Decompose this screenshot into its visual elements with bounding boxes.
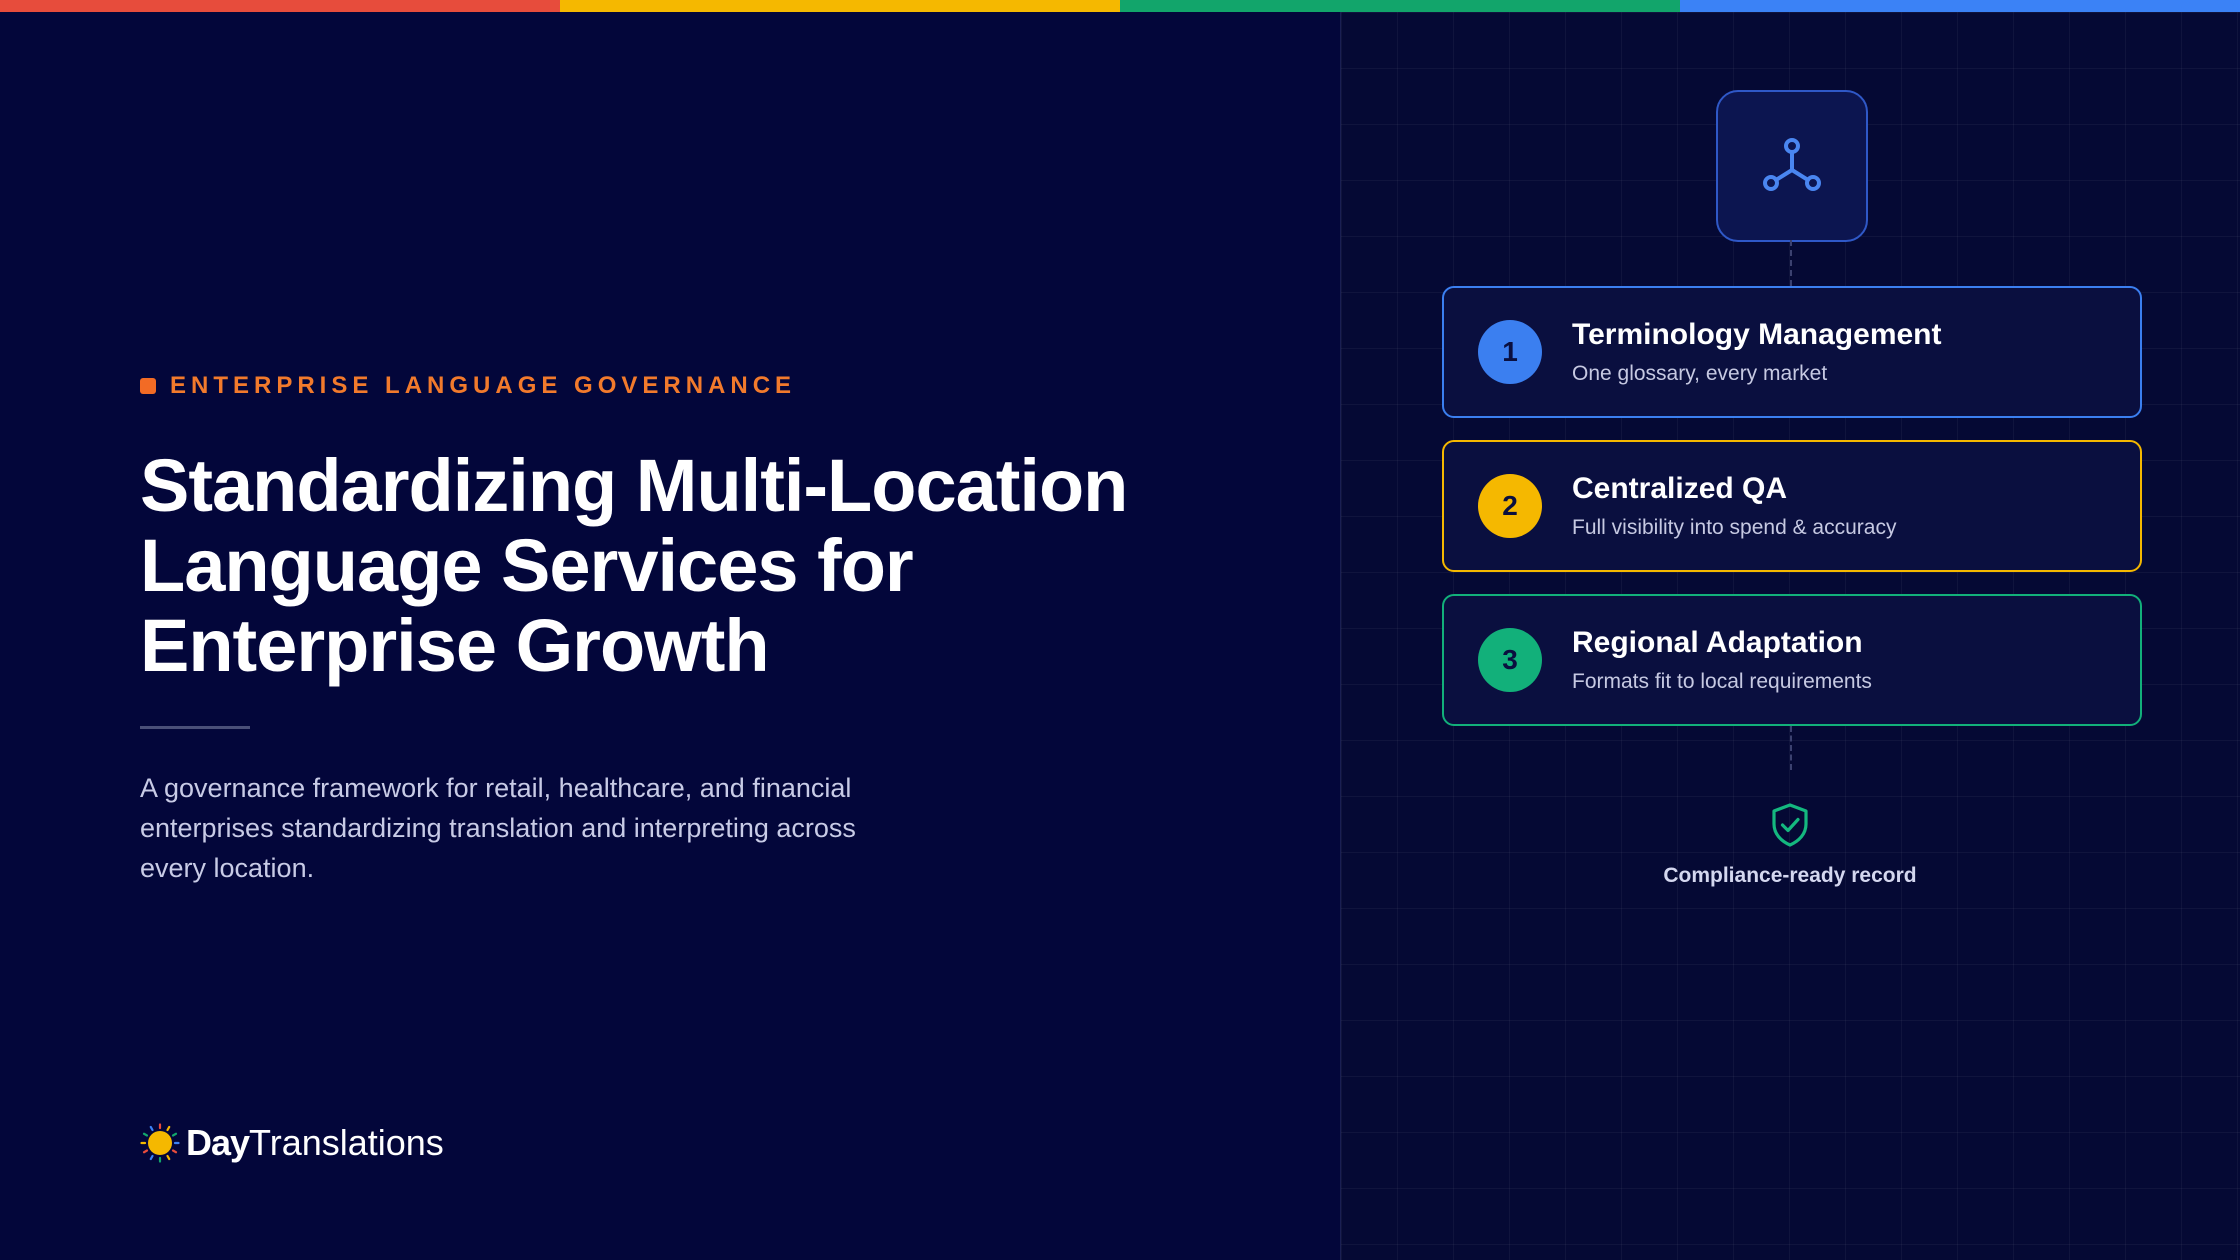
title-line-1: Standardizing Multi-Location [140,444,1128,527]
title-line-3: Enterprise Growth [140,604,770,687]
logo-day-text: Day [186,1122,250,1163]
title-divider [140,726,250,729]
step-subtitle: Full visibility into spend & accuracy [1572,516,1897,539]
description-line-1: A governance framework for retail, healt… [140,773,852,803]
connector-line-top [1790,240,1792,286]
compliance-label: Compliance-ready record [1663,864,1917,887]
accent-segment-green [1120,0,1680,12]
step-title: Regional Adaptation [1572,626,1863,659]
eyebrow-marker-icon [140,378,156,394]
eyebrow-text: ENTERPRISE LANGUAGE GOVERNANCE [170,372,797,399]
description-line-2: enterprises standardizing translation an… [140,813,856,843]
page-title: Standardizing Multi-Location Language Se… [140,446,1320,686]
connector-line-bottom [1790,726,1792,770]
sun-logo-icon [140,1123,180,1163]
accent-segment-blue [1680,0,2240,12]
step-title: Centralized QA [1572,472,1788,505]
step-subtitle: Formats fit to local requirements [1572,670,1872,693]
step-card-terminology: 1 Terminology Management One glossary, e… [1442,286,2142,418]
accent-segment-yellow [560,0,1120,12]
day-translations-logo: Day Translations [140,1122,444,1164]
logo-translations-text: Translations [249,1122,444,1163]
eyebrow: ENTERPRISE LANGUAGE GOVERNANCE [140,372,796,400]
accent-segment-red [0,0,560,12]
step-title: Terminology Management [1572,318,1942,351]
step-card-qa: 2 Centralized QA Full visibility into sp… [1442,440,2142,572]
step-number-badge: 1 [1478,320,1542,384]
step-card-regional: 3 Regional Adaptation Formats fit to loc… [1442,594,2142,726]
title-line-2: Language Services for [140,524,914,607]
step-subtitle: One glossary, every market [1572,362,1828,385]
accent-color-bar [0,0,2240,12]
hub-network-icon [1763,138,1821,191]
shield-check-icon [1772,803,1808,847]
hub-box [1716,90,1868,242]
step-number-badge: 2 [1478,474,1542,538]
step-number-badge: 3 [1478,628,1542,692]
description: A governance framework for retail, healt… [140,768,940,888]
description-line-3: every location. [140,853,315,883]
